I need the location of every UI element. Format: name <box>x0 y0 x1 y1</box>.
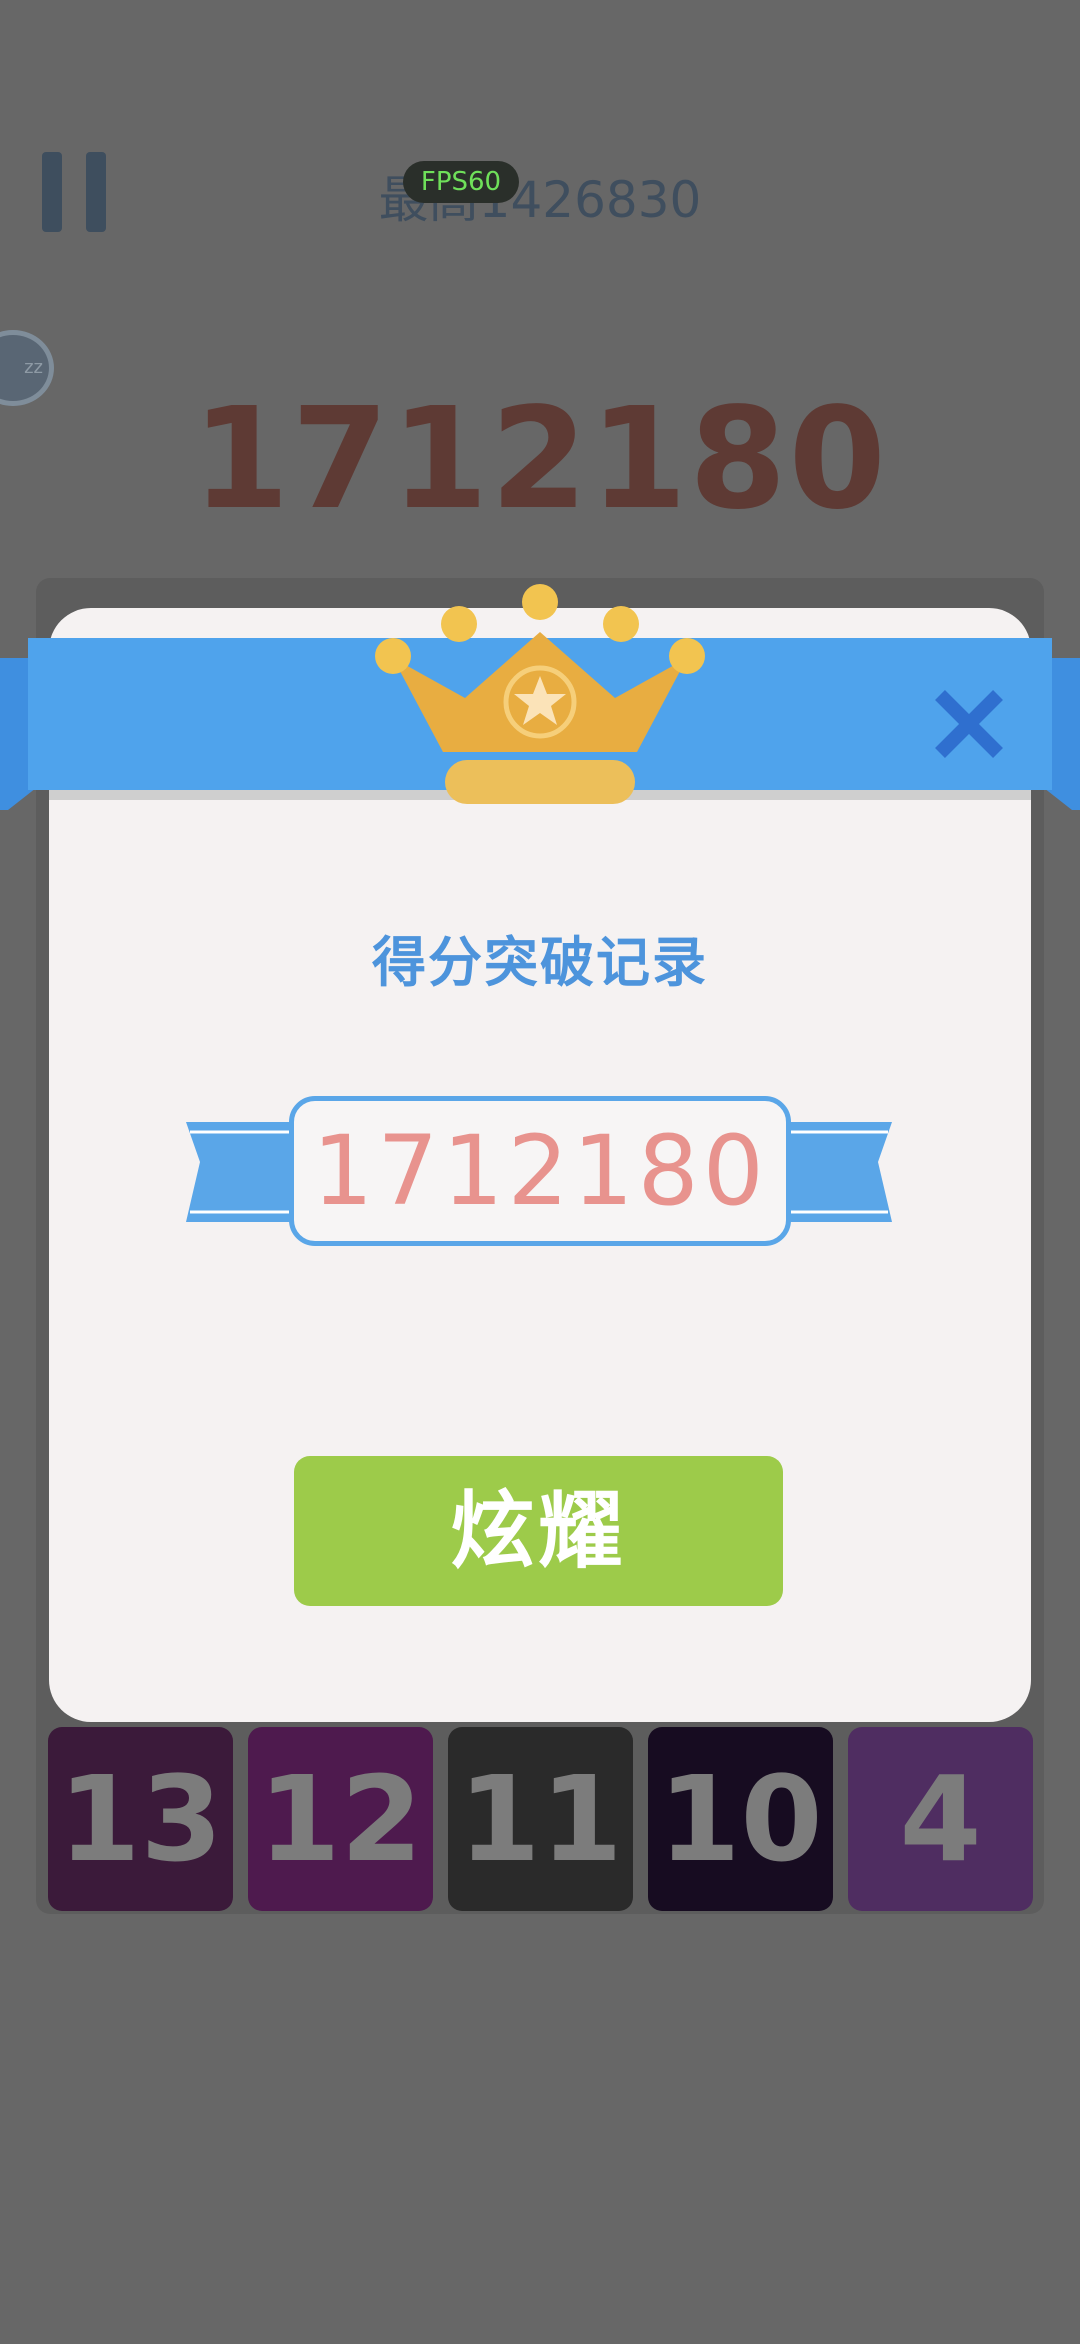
best-score: 最高1426830 <box>378 171 702 229</box>
record-score: 1712180 <box>312 1115 768 1227</box>
crown-icon <box>375 580 705 810</box>
close-icon <box>935 690 1003 758</box>
tile[interactable]: 10 <box>648 1727 833 1911</box>
show-off-button[interactable]: 炫耀 <box>294 1456 783 1606</box>
current-score: 1712180 <box>192 378 888 541</box>
tile[interactable]: 12 <box>248 1727 433 1911</box>
dialog-title: 得分突破记录 <box>372 931 708 994</box>
close-button[interactable] <box>930 685 1008 763</box>
tile[interactable]: 4 <box>848 1727 1033 1911</box>
tile[interactable]: 13 <box>48 1727 233 1911</box>
fps-counter: FPS60 <box>403 161 519 203</box>
tile[interactable]: 11 <box>448 1727 633 1911</box>
tile-row: 13 12 11 10 4 <box>48 1727 1034 1911</box>
